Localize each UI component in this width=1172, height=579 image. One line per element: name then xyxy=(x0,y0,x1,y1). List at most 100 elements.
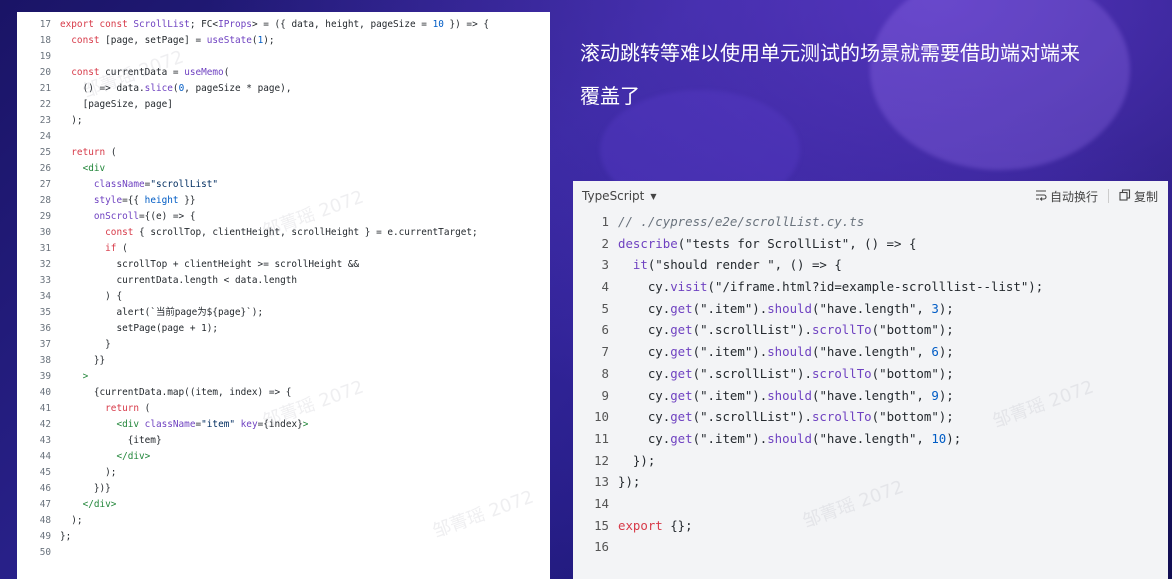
line-number: 7 xyxy=(601,344,609,360)
code-line: 16 xyxy=(573,536,1168,558)
code-line: 22 [pageSize, page] xyxy=(17,97,550,113)
code-line: 1 // ./cypress/e2e/scrollList.cy.ts xyxy=(573,211,1168,233)
code-line: 50 xyxy=(17,545,550,561)
code-text: cy.visit("/iframe.html?id=example-scroll… xyxy=(618,279,1044,295)
test-code-panel: TypeScript ▼ 自动换行 复制 1 // ./cypress/e2e/s… xyxy=(573,181,1168,579)
source-code-panel: 17 export const ScrollList; FC<IProps> = … xyxy=(17,12,550,579)
line-number: 42 xyxy=(39,419,51,430)
line-number: 18 xyxy=(39,35,51,46)
line-number: 6 xyxy=(601,322,609,338)
line-number: 33 xyxy=(39,275,51,286)
copy-label: 复制 xyxy=(1133,189,1158,204)
line-number: 17 xyxy=(39,19,51,30)
code-line: 14 xyxy=(573,493,1168,515)
line-number: 28 xyxy=(39,195,51,206)
code-line: 21 () => data.slice(0, pageSize * page), xyxy=(17,81,550,97)
code-text: scrollTop + clientHeight >= scrollHeight… xyxy=(60,259,360,270)
line-number: 47 xyxy=(39,499,51,510)
code-line: 41 return ( xyxy=(17,401,550,417)
code-text: const currentData = useMemo( xyxy=(60,67,230,78)
line-number: 10 xyxy=(594,409,609,425)
code-text: return ( xyxy=(60,147,117,158)
line-number: 2 xyxy=(601,235,609,251)
code-text: () => data.slice(0, pageSize * page), xyxy=(60,83,292,94)
line-number: 4 xyxy=(601,279,609,295)
code-text: if ( xyxy=(60,243,128,254)
line-number: 29 xyxy=(39,211,51,222)
code-line: 4 cy.visit("/iframe.html?id=example-scro… xyxy=(573,276,1168,298)
line-number: 43 xyxy=(39,435,51,446)
line-number: 9 xyxy=(601,387,609,403)
code-line: 26 <div xyxy=(17,161,550,177)
code-text: </div> xyxy=(60,499,117,510)
copy-icon xyxy=(1119,188,1131,204)
code-line: 8 cy.get(".scrollList").scrollTo("bottom… xyxy=(573,363,1168,385)
code-line: 30 const { scrollTop, clientHeight, scro… xyxy=(17,225,550,241)
line-number: 1 xyxy=(601,214,609,229)
code-text: cy.get(".scrollList").scrollTo("bottom")… xyxy=(618,365,954,381)
code-text: className="scrollList" xyxy=(60,179,219,190)
line-number: 27 xyxy=(39,179,51,190)
code-line: 27 className="scrollList" xyxy=(17,177,550,193)
code-block-header: TypeScript ▼ 自动换行 复制 xyxy=(573,181,1168,211)
code-line: 25 return ( xyxy=(17,145,550,161)
divider xyxy=(1107,189,1109,203)
code-line: 17 export const ScrollList; FC<IProps> = … xyxy=(17,17,550,33)
code-line: 28 style={{ height }} xyxy=(17,193,550,209)
code-line: 39 > xyxy=(17,369,550,385)
line-number: 41 xyxy=(39,403,51,414)
line-number: 34 xyxy=(39,291,51,302)
code-text: ); xyxy=(60,115,83,126)
line-number: 36 xyxy=(39,323,51,334)
code-line: 31 if ( xyxy=(17,241,550,257)
line-number: 48 xyxy=(39,515,51,526)
line-number: 20 xyxy=(39,67,51,78)
code-line: 42 <div className="item" key={index}> xyxy=(17,417,550,433)
line-number: 3 xyxy=(601,257,609,273)
caret-down-icon: ▼ xyxy=(650,191,657,201)
code-line: 40 {currentData.map((item, index) => { xyxy=(17,385,550,401)
code-text: export const ScrollList; FC<IProps> = ({… xyxy=(60,19,490,30)
code-line: 3 it("should render ", () => { xyxy=(573,254,1168,276)
code-text: alert(`当前page为${page}`); xyxy=(60,307,264,318)
line-number: 12 xyxy=(594,452,609,468)
code-line: 38 }} xyxy=(17,353,550,369)
line-number: 16 xyxy=(594,539,609,555)
code-text: }); xyxy=(618,452,656,468)
code-text: cy.get(".item").should("have.length", 9)… xyxy=(618,387,954,403)
line-number: 37 xyxy=(39,339,51,350)
line-number: 44 xyxy=(39,451,51,462)
code-text: ) { xyxy=(60,291,123,302)
code-line: 10 cy.get(".scrollList").scrollTo("botto… xyxy=(573,406,1168,428)
code-text: {currentData.map((item, index) => { xyxy=(60,387,292,398)
code-text: it("should render ", () => { xyxy=(618,257,842,273)
wrap-toggle-button[interactable]: 自动换行 xyxy=(1035,188,1098,205)
line-number: 21 xyxy=(39,83,51,94)
code-block-tools: 自动换行 复制 xyxy=(1035,188,1158,205)
code-line: 2 describe("tests for ScrollList", () => … xyxy=(573,233,1168,255)
code-text: </div> xyxy=(60,451,151,462)
code-line: 20 const currentData = useMemo( xyxy=(17,65,550,81)
code-text: <div xyxy=(60,163,106,174)
code-lines: 1 // ./cypress/e2e/scrollList.cy.ts 2 descr… xyxy=(573,211,1168,558)
code-text: })} xyxy=(60,483,111,494)
code-text: const [page, setPage] = useState(1); xyxy=(60,35,275,46)
code-line: 9 cy.get(".item").should("have.length", … xyxy=(573,385,1168,407)
slide-title-line-1: 滚动跳转等难以使用单元测试的场景就需要借助端对端来 xyxy=(580,41,1080,65)
code-line: 18 const [page, setPage] = useState(1); xyxy=(17,33,550,49)
code-text: <div className="item" key={index}> xyxy=(60,419,309,430)
code-line: 13}); xyxy=(573,471,1168,493)
code-text: // ./cypress/e2e/scrollList.cy.ts xyxy=(618,214,865,229)
line-number: 31 xyxy=(39,243,51,254)
language-selector[interactable]: TypeScript ▼ xyxy=(582,189,657,203)
code-text: style={{ height }} xyxy=(60,195,196,206)
wrap-label: 自动换行 xyxy=(1049,189,1098,204)
copy-button[interactable]: 复制 xyxy=(1119,188,1158,205)
code-line: 43 {item} xyxy=(17,433,550,449)
line-number: 35 xyxy=(39,307,51,318)
line-number: 8 xyxy=(601,365,609,381)
